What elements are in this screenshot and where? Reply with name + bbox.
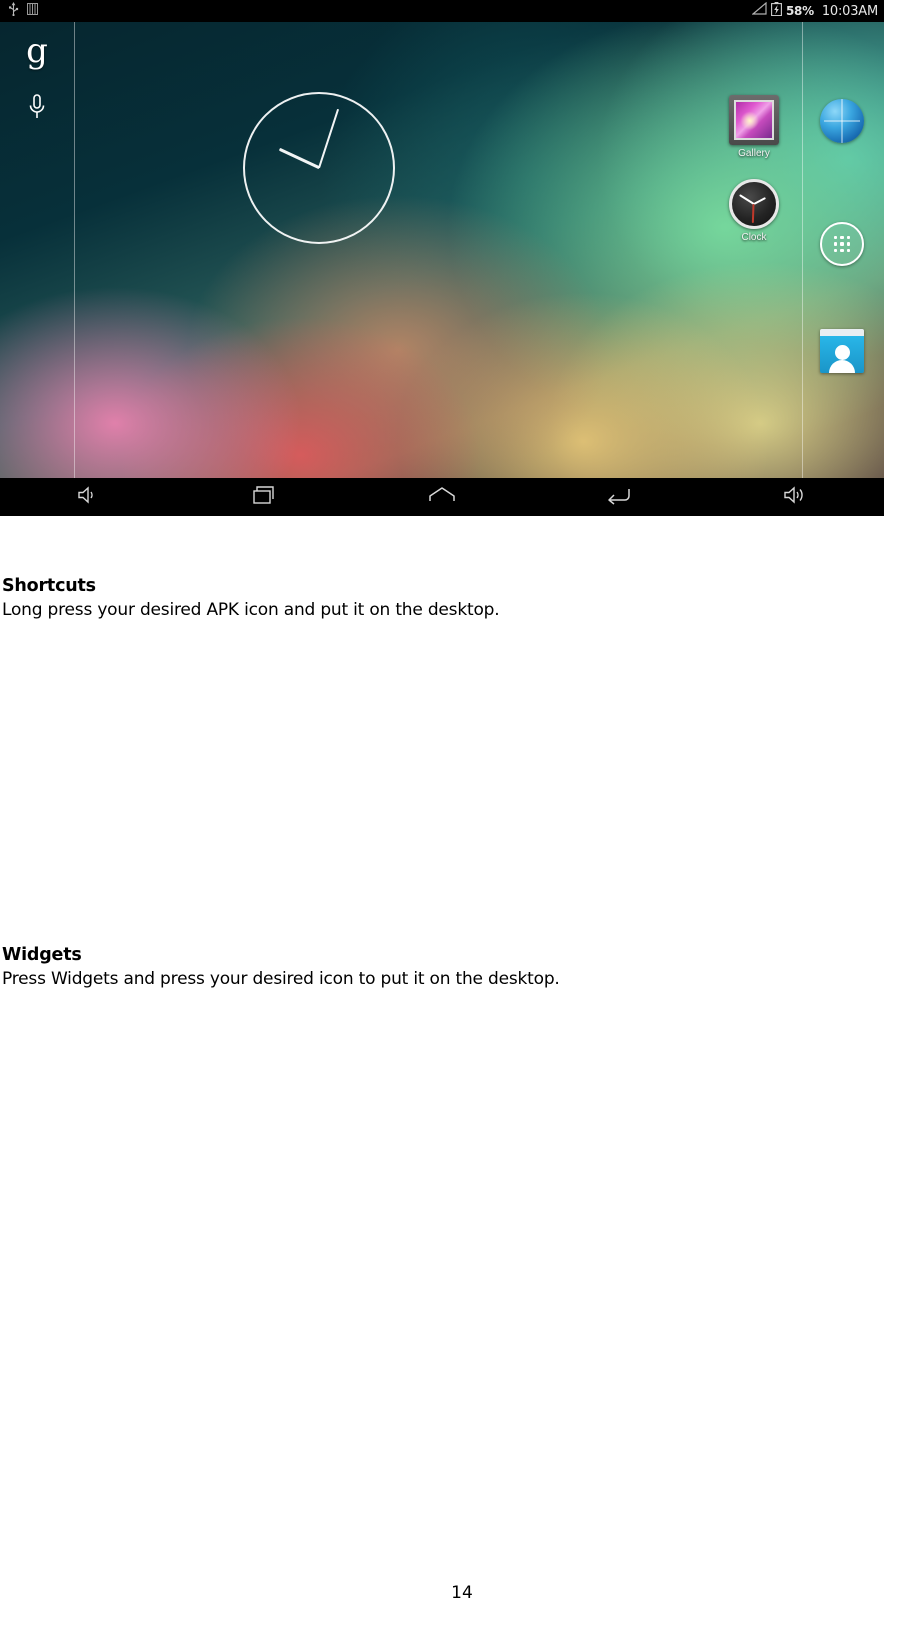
nav-recents-button[interactable] <box>177 478 354 516</box>
section-text-widgets: Press Widgets and press your desired ico… <box>2 969 560 989</box>
android-screenshot: 58% 10:03AM g Gallery Clock <box>0 0 884 516</box>
page-divider-right <box>802 22 803 478</box>
gallery-icon <box>729 95 779 145</box>
gallery-icon-photo <box>734 100 774 140</box>
volume-up-icon <box>782 484 810 511</box>
status-bar-clock: 10:03AM <box>821 3 878 19</box>
nav-volume-down-button[interactable] <box>0 478 177 516</box>
battery-icon <box>771 1 782 21</box>
contacts-icon[interactable] <box>820 329 864 373</box>
status-bar-right: 58% 10:03AM <box>751 1 884 21</box>
clock-icon-second-hand <box>752 203 755 224</box>
clock-widget-minute-hand <box>318 108 340 169</box>
nav-volume-up-button[interactable] <box>707 478 884 516</box>
spacer-top <box>0 516 924 576</box>
analog-clock-widget[interactable] <box>243 92 395 244</box>
section-shortcuts: Shortcuts Long press your desired APK ic… <box>0 576 924 620</box>
usb-icon <box>8 1 19 21</box>
section-widgets: Widgets Press Widgets and press your des… <box>0 945 924 989</box>
clock-icon-hour-hand <box>753 197 766 205</box>
section-text-shortcuts: Long press your desired APK icon and put… <box>2 600 500 620</box>
document-body: Shortcuts Long press your desired APK ic… <box>0 516 924 989</box>
home-screen-wallpaper: g Gallery Clock <box>0 22 884 478</box>
back-arrow-icon <box>605 484 633 511</box>
sim-card-icon <box>27 2 38 20</box>
section-heading-widgets: Widgets <box>2 945 82 965</box>
desktop-icon-label-clock: Clock <box>741 232 767 243</box>
battery-percent: 58% <box>785 4 814 18</box>
desktop-icon-label-gallery: Gallery <box>738 148 770 159</box>
section-heading-shortcuts: Shortcuts <box>2 576 96 596</box>
microphone-icon[interactable] <box>24 92 50 122</box>
desktop-icon-clock[interactable]: Clock <box>718 179 790 243</box>
status-bar-left <box>0 1 38 21</box>
nav-back-button[interactable] <box>530 478 707 516</box>
recent-apps-icon <box>252 484 278 511</box>
google-logo-icon[interactable]: g <box>22 32 52 70</box>
clock-icon <box>729 179 779 229</box>
home-icon <box>427 484 457 511</box>
app-drawer-icon[interactable] <box>820 222 864 266</box>
volume-down-icon <box>76 484 100 511</box>
desktop-icon-gallery[interactable]: Gallery <box>718 95 790 159</box>
spacer-middle <box>0 620 924 945</box>
signal-triangle-icon <box>751 1 767 20</box>
navigation-bar <box>0 478 884 516</box>
nav-home-button[interactable] <box>354 478 531 516</box>
clock-widget-hour-hand <box>278 148 320 170</box>
browser-globe-icon[interactable] <box>820 99 864 143</box>
page-divider-left <box>74 22 75 478</box>
status-bar: 58% 10:03AM <box>0 0 884 22</box>
page-number: 14 <box>451 1583 473 1603</box>
